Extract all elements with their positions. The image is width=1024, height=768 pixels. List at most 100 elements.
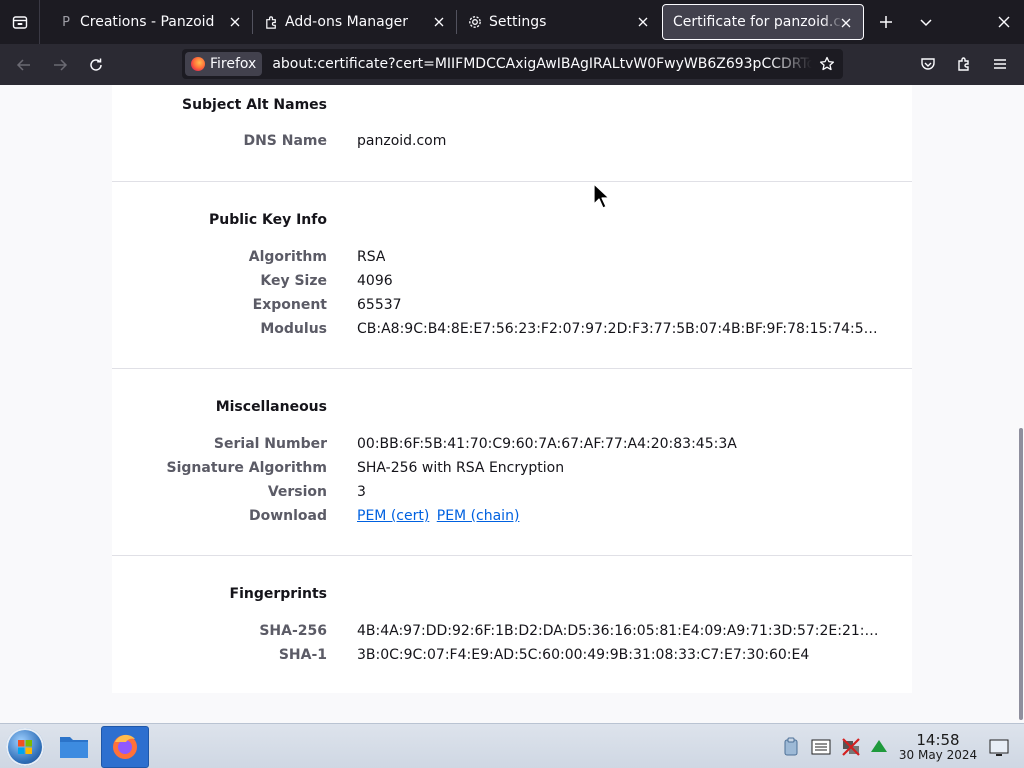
pocket-button[interactable] (911, 48, 945, 80)
puzzle-icon (263, 14, 279, 30)
star-icon (819, 56, 835, 71)
tab-addons-manager[interactable]: Add-ons Manager (253, 4, 456, 40)
download-links: PEM (cert) PEM (chain) (357, 508, 522, 524)
public-key-info-section: Public Key Info Algorithm RSA Key Size 4… (112, 182, 912, 368)
close-icon (998, 16, 1010, 28)
firefox-logo-icon (191, 57, 205, 71)
identity-box[interactable]: Firefox (185, 52, 263, 76)
hamburger-menu-icon (994, 59, 1006, 69)
updates-arrow-tray-icon[interactable] (868, 736, 890, 758)
info-row: Signature Algorithm SHA-256 with RSA Enc… (112, 460, 912, 480)
reload-icon (90, 58, 102, 71)
system-clock[interactable]: 14:58 30 May 2024 (898, 732, 978, 762)
folder-icon (60, 737, 88, 758)
close-window-button[interactable] (984, 0, 1024, 44)
extensions-button[interactable] (947, 48, 981, 80)
miscellaneous-section: Miscellaneous Serial Number 00:BB:6F:5B:… (112, 369, 912, 555)
info-row: Key Size 4096 (112, 273, 912, 293)
tab-title: Add-ons Manager (285, 14, 408, 30)
taskbar-firefox[interactable] (101, 726, 149, 768)
row-value: RSA (357, 249, 386, 265)
row-label: Version (267, 484, 327, 500)
arrow-left-icon (16, 58, 30, 71)
close-tab-icon[interactable] (634, 13, 652, 31)
taskbar: 14:58 30 May 2024 (0, 723, 1024, 768)
info-row: Version 3 (112, 484, 912, 504)
section-title: Public Key Info (208, 212, 327, 228)
app-menu-button[interactable] (983, 48, 1017, 80)
clock-time: 14:58 (916, 731, 960, 749)
vertical-scrollbar[interactable] (1019, 428, 1023, 720)
firefox-icon (113, 734, 137, 759)
tab-certificate[interactable]: Certificate for panzoid.com (662, 4, 864, 40)
forward-button[interactable] (42, 49, 78, 81)
new-tab-button[interactable] (866, 0, 906, 44)
tab-title: Creations - Panzoid (80, 14, 215, 30)
row-value: 00:BB:6F:5B:41:70:C9:60:7A:67:AF:77:A4:2… (357, 436, 737, 452)
tab-creations-panzoid[interactable]: P Creations - Panzoid (48, 4, 252, 40)
info-row: Algorithm RSA (112, 249, 912, 269)
navigation-toolbar: Firefox about:certificate?cert=MIIFMDCCA… (0, 44, 1024, 85)
close-tab-icon[interactable] (226, 13, 244, 31)
close-tab-icon[interactable] (837, 14, 855, 32)
row-value: CB:A8:9C:B4:8E:E7:56:23:F2:07:97:2D:F3:7… (357, 321, 882, 337)
info-row: DNS Name panzoid.com (112, 133, 912, 153)
row-value: 65537 (357, 297, 402, 313)
url-text[interactable]: about:certificate?cert=MIIFMDCCAxigAwIBA… (272, 56, 812, 72)
start-menu-button[interactable] (6, 728, 44, 766)
info-row: Serial Number 00:BB:6F:5B:41:70:C9:60:7A… (112, 436, 912, 456)
section-title: Miscellaneous (215, 399, 327, 415)
panzoid-favicon-icon: P (62, 14, 70, 30)
pocket-icon (921, 58, 935, 70)
info-row: Modulus CB:A8:9C:B4:8E:E7:56:23:F2:07:97… (112, 321, 912, 341)
row-label: Modulus (260, 321, 327, 337)
page-content: Subject Alt Names DNS Name panzoid.com P… (0, 85, 1024, 723)
puzzle-icon (958, 57, 969, 71)
subject-alt-names-section: Subject Alt Names DNS Name panzoid.com (112, 85, 912, 181)
info-row: SHA-256 4B:4A:97:DD:92:6F:1B:D2:DA:D5:36… (112, 623, 912, 643)
row-label: Download (248, 508, 327, 524)
tab-title: Certificate for panzoid.com (673, 14, 843, 30)
row-value: 3 (357, 484, 366, 500)
keyboard-layout-tray-icon[interactable] (810, 736, 832, 758)
url-bar[interactable]: Firefox about:certificate?cert=MIIFMDCCA… (182, 49, 843, 79)
section-title: Fingerprints (229, 586, 327, 602)
row-label: SHA-1 (278, 647, 327, 663)
reload-button[interactable] (78, 49, 114, 81)
bookmark-star-button[interactable] (817, 54, 837, 74)
info-row: Download PEM (cert) PEM (chain) (112, 508, 912, 528)
info-row: SHA-1 3B:0C:9C:07:F4:E9:AD:5C:60:00:49:9… (112, 647, 912, 667)
firefox-view-button[interactable] (0, 0, 40, 44)
back-button[interactable] (6, 49, 42, 81)
fingerprints-section: Fingerprints SHA-256 4B:4A:97:DD:92:6F:1… (112, 556, 912, 693)
firefox-view-icon (12, 16, 27, 29)
pem-chain-link[interactable]: PEM (chain) (437, 508, 520, 524)
row-value: 3B:0C:9C:07:F4:E9:AD:5C:60:00:49:9B:31:0… (357, 647, 810, 663)
tab-settings[interactable]: Settings (457, 4, 660, 40)
windows-logo-icon (18, 740, 32, 754)
row-value: 4B:4A:97:DD:92:6F:1B:D2:DA:D5:36:16:05:8… (357, 623, 882, 639)
info-row: Exponent 65537 (112, 297, 912, 317)
mouse-pointer-icon (593, 183, 610, 209)
section-title: Subject Alt Names (181, 97, 327, 113)
pem-cert-link[interactable]: PEM (cert) (357, 508, 429, 524)
row-value: SHA-256 with RSA Encryption (357, 460, 565, 476)
identity-label: Firefox (210, 56, 257, 72)
tab-title: Settings (489, 14, 547, 30)
list-all-tabs-button[interactable] (906, 0, 946, 44)
arrow-right-icon (54, 58, 68, 71)
show-desktop-tray-icon[interactable] (988, 736, 1010, 758)
plus-icon (880, 16, 892, 28)
tab-strip: P Creations - Panzoid Add-ons Manager Se… (0, 0, 1024, 44)
row-label: SHA-256 (259, 623, 327, 639)
row-label: Key Size (260, 273, 327, 289)
network-disconnected-tray-icon[interactable] (840, 736, 862, 758)
gear-icon (467, 14, 483, 30)
row-value: panzoid.com (357, 133, 447, 149)
clipboard-tray-icon[interactable] (780, 736, 802, 758)
row-label: DNS Name (243, 133, 327, 149)
row-value: 4096 (357, 273, 393, 289)
close-tab-icon[interactable] (430, 13, 448, 31)
taskbar-file-manager[interactable] (50, 726, 98, 768)
row-label: Exponent (252, 297, 327, 313)
